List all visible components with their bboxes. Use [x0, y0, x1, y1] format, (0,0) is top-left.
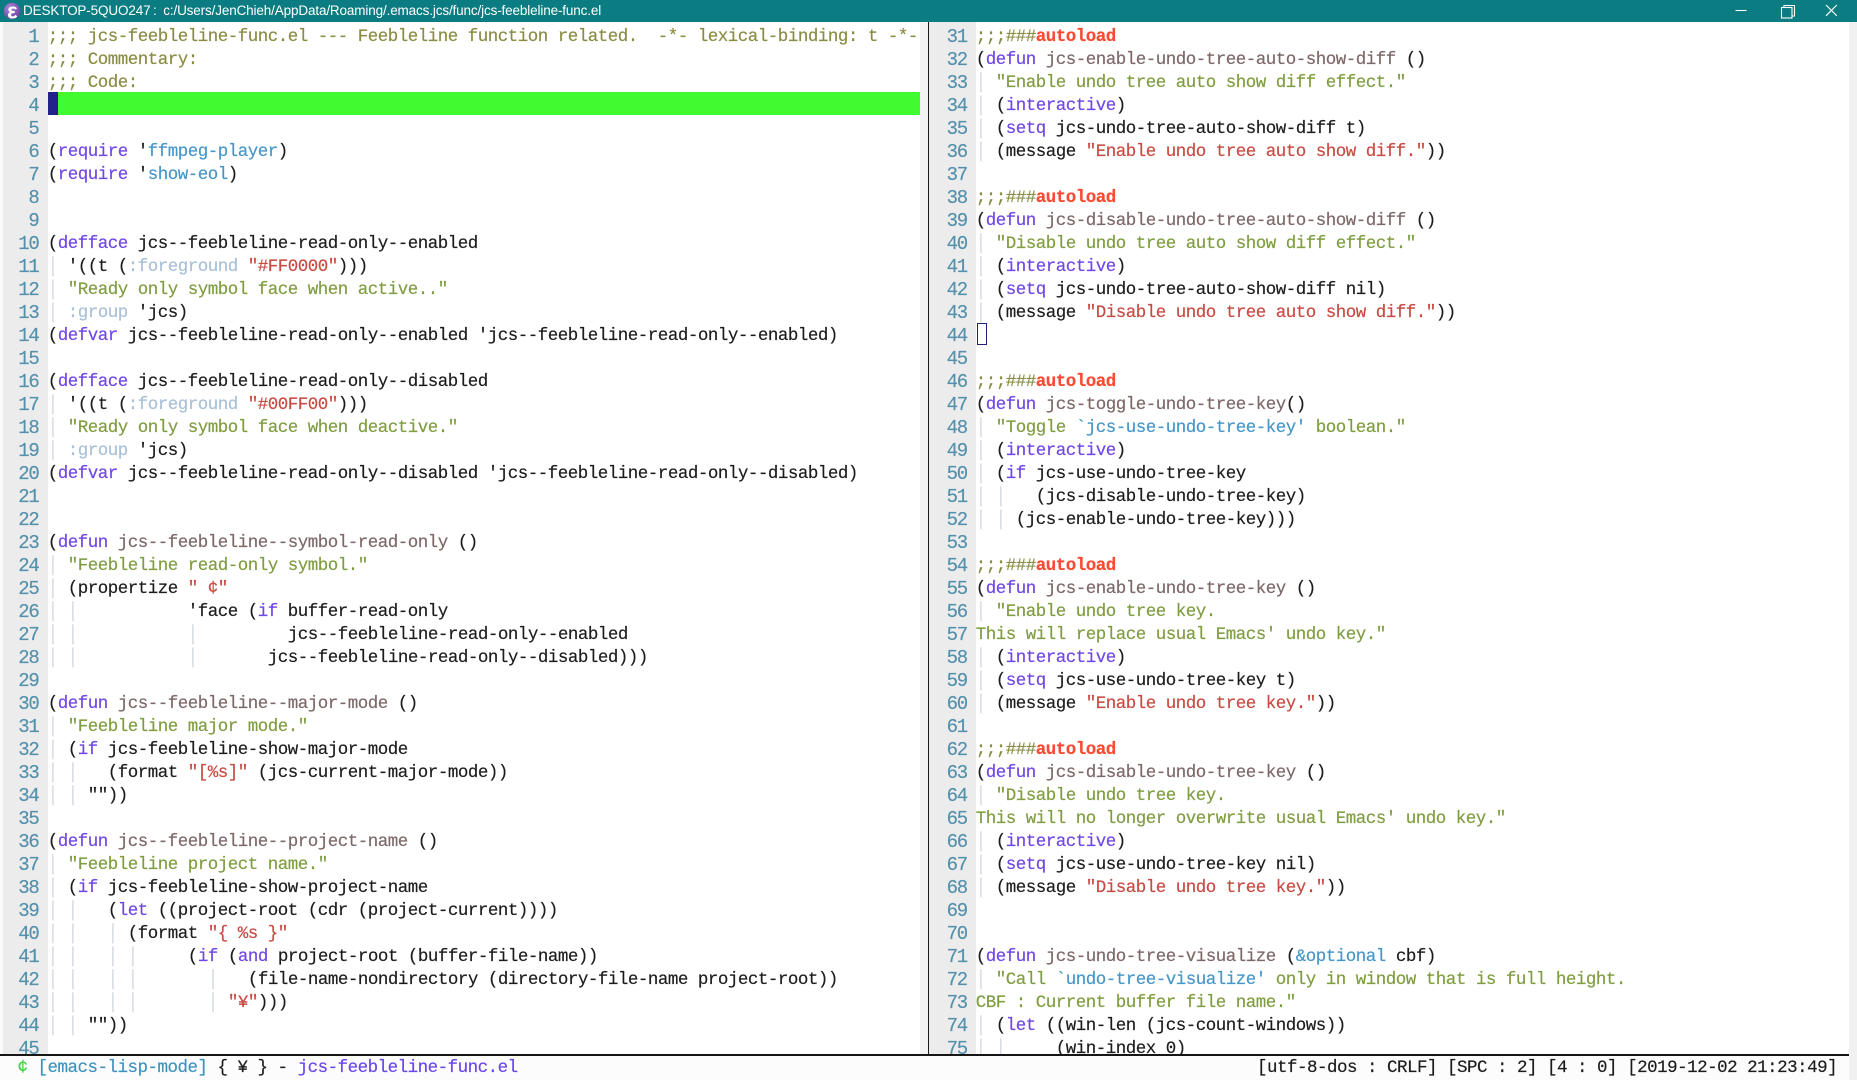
svg-text:ε: ε [7, 1, 18, 21]
